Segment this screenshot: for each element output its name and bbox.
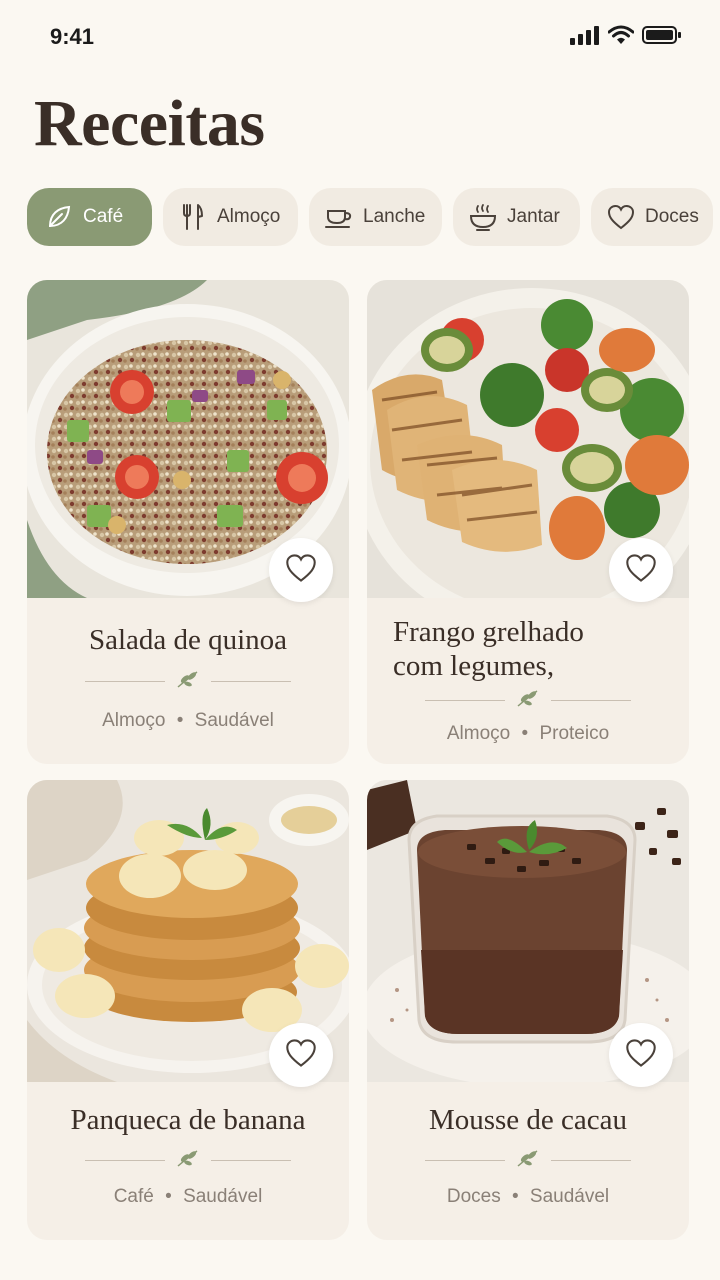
recipe-title-line1: Frango grelhado: [393, 616, 584, 648]
chip-doces[interactable]: Doces: [591, 188, 713, 246]
chip-label: Lanche: [363, 206, 426, 227]
chip-almoco[interactable]: Almoço: [163, 188, 298, 246]
status-icons: [570, 25, 682, 50]
divider: [85, 1148, 291, 1173]
recipe-category: Café: [113, 1186, 154, 1207]
recipe-category: Almoço: [102, 710, 166, 731]
chip-cafe[interactable]: Café: [27, 188, 152, 246]
signal-icon: [570, 25, 600, 50]
steaming-bowl-icon: [469, 203, 497, 231]
recipe-tag: Proteico: [539, 723, 610, 744]
recipe-card-mousse-cacau[interactable]: Mousse de cacau Doces • Saudável: [367, 780, 689, 1240]
heart-icon: [607, 203, 635, 231]
chip-label: Jantar: [507, 206, 560, 227]
chip-jantar[interactable]: Jantar: [453, 188, 580, 246]
heart-outline-icon: [285, 553, 317, 588]
leaf-sprig-icon: [175, 669, 201, 694]
heart-outline-icon: [625, 553, 657, 588]
leaf-icon: [45, 203, 73, 231]
recipe-meta: Almoço • Proteico: [446, 723, 610, 744]
favorite-button[interactable]: [269, 1023, 333, 1087]
recipe-title: Salada de quinoa: [88, 624, 288, 656]
divider: [425, 688, 631, 713]
heart-outline-icon: [285, 1038, 317, 1073]
leaf-sprig-icon: [515, 688, 541, 713]
chip-lanche[interactable]: Lanche: [309, 188, 442, 246]
category-chips: Café Almoço Lanche Jantar Doces: [27, 188, 713, 248]
leaf-sprig-icon: [515, 1148, 541, 1173]
recipe-category: Almoço: [446, 723, 511, 744]
recipe-meta: Almoço • Saudável: [102, 710, 274, 731]
favorite-button[interactable]: [269, 538, 333, 602]
recipe-card-frango-grelhado[interactable]: Frango grelhado com legumes, Almoço • Pr…: [367, 280, 689, 764]
leaf-sprig-icon: [175, 1148, 201, 1173]
chip-label: Doces: [645, 206, 699, 227]
chip-label: Café: [83, 206, 124, 227]
favorite-button[interactable]: [609, 1023, 673, 1087]
battery-icon: [642, 25, 682, 50]
divider: [425, 1148, 631, 1173]
wifi-icon: [607, 25, 635, 50]
status-time: 9:41: [50, 24, 95, 49]
recipe-card-panqueca-banana[interactable]: Panqueca de banana Café • Saudável: [27, 780, 349, 1240]
favorite-button[interactable]: [609, 538, 673, 602]
fork-knife-icon: [179, 203, 207, 231]
recipe-title: Mousse de cacau: [428, 1104, 628, 1136]
recipe-meta: Café • Saudável: [113, 1186, 263, 1207]
recipe-meta: Doces • Saudável: [446, 1186, 610, 1207]
recipe-title-line2: com legumes,: [393, 650, 555, 682]
status-bar: 9:41: [0, 0, 720, 72]
recipe-tag: Saudável: [529, 1186, 610, 1207]
divider: [85, 669, 291, 694]
cup-icon: [325, 203, 353, 231]
recipe-card-salada-quinoa[interactable]: Salada de quinoa Almoço • Saudável: [27, 280, 349, 764]
chip-label: Almoço: [217, 206, 281, 227]
recipe-tag: Saudável: [183, 1186, 263, 1207]
recipe-title: Panqueca de banana: [70, 1104, 306, 1136]
recipe-tag: Saudável: [194, 710, 274, 731]
recipe-category: Doces: [446, 1186, 501, 1207]
page-title: Receitas: [34, 87, 265, 160]
heart-outline-icon: [625, 1038, 657, 1073]
